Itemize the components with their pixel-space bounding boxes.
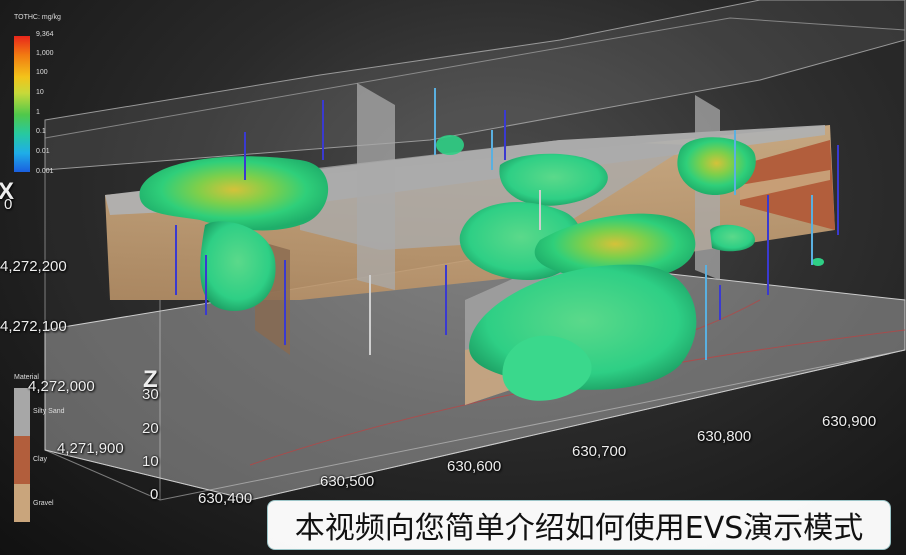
- colorbar-tick: 1: [36, 109, 40, 116]
- colorbar-tick: 0.001: [36, 168, 54, 175]
- z-tick: 0: [150, 486, 159, 503]
- y-tick: 4,272,000: [28, 378, 95, 395]
- video-caption: 本视频向您简单介绍如何使用EVS演示模式: [267, 500, 891, 550]
- z-tick: 10: [142, 453, 159, 470]
- x-tick: 630,800: [697, 428, 752, 445]
- colorbar-tick: 100: [36, 69, 48, 76]
- material-label: Gravel: [33, 500, 54, 507]
- cross-section-1: [357, 83, 395, 290]
- z-tick: 20: [142, 420, 159, 437]
- material-label: Silty Sand: [33, 408, 65, 415]
- colorbar-tick: 0.1: [36, 128, 46, 135]
- colorbar-tick: 9,364: [36, 31, 54, 38]
- x-tick: 630,700: [572, 443, 627, 460]
- x-tick: 630,400: [198, 490, 253, 507]
- colorbar-title: TOTHC: mg/kg: [14, 14, 61, 21]
- colorbar-tick: 10: [36, 89, 44, 96]
- y-tick: 4,272,200: [0, 258, 67, 275]
- x-tick: 630,600: [447, 458, 502, 475]
- x-tick: 630,900: [822, 413, 877, 430]
- 3d-viewport[interactable]: TOTHC: mg/kg 9,364 1,000 100 10 1 0.1 0.…: [0, 0, 906, 555]
- colorbar-tick: 1,000: [36, 50, 54, 57]
- y-tick: 4,271,900: [57, 440, 124, 457]
- concentration-colorbar: [14, 36, 30, 172]
- y-tick: 4,272,100: [0, 318, 67, 335]
- material-swatch-silty-sand: [14, 388, 30, 436]
- colorbar-tick: 0.01: [36, 148, 50, 155]
- caption-text: 本视频向您简单介绍如何使用EVS演示模式: [294, 511, 864, 546]
- y-tick: 0: [4, 196, 13, 213]
- z-tick: 30: [142, 386, 159, 403]
- material-swatch-gravel: [14, 484, 30, 522]
- material-label: Clay: [33, 456, 48, 463]
- material-swatch-clay: [14, 436, 30, 484]
- x-tick: 630,500: [320, 473, 375, 490]
